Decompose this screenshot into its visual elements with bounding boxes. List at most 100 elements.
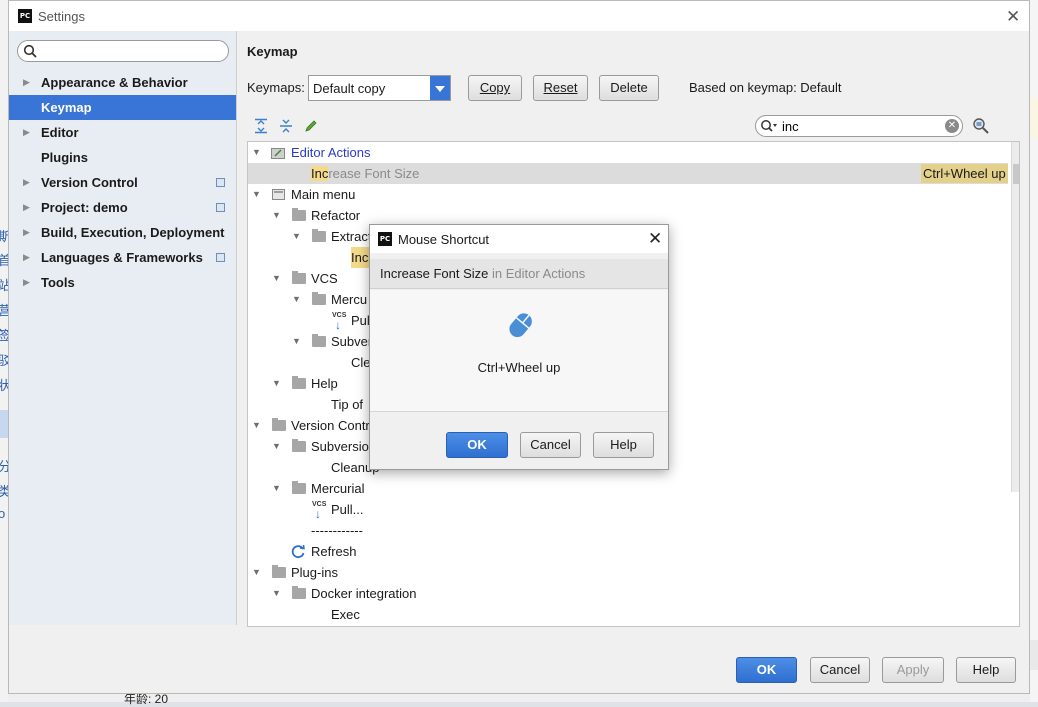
reset-keymap-button[interactable]: Reset <box>533 75 588 101</box>
pycharm-icon: PC <box>378 232 392 246</box>
settings-search-field[interactable] <box>17 40 229 62</box>
help-button[interactable]: Help <box>956 657 1016 683</box>
tree-row-label: Plug-ins <box>291 565 338 580</box>
tree-row-label: Editor Actions <box>291 145 371 160</box>
tree-row-separator: ------------ <box>311 523 363 538</box>
keymap-select-value: Default copy <box>313 81 386 96</box>
collapse-arrow-icon[interactable]: ▼ <box>292 226 301 247</box>
editor-actions-icon <box>271 148 285 159</box>
keymap-filter-input[interactable] <box>780 118 940 134</box>
search-options-icon[interactable] <box>760 119 778 133</box>
tree-row-label: Subver <box>331 334 373 349</box>
collapse-arrow-icon[interactable]: ▼ <box>252 184 261 205</box>
collapse-arrow-icon[interactable]: ▼ <box>272 268 281 289</box>
expand-arrow-icon: ▶ <box>23 227 30 237</box>
folder-icon <box>312 292 326 305</box>
collapse-arrow-icon[interactable]: ▼ <box>252 562 261 583</box>
delete-keymap-button[interactable]: Delete <box>599 75 659 101</box>
folder-icon <box>292 271 306 284</box>
sidebar-item-tools[interactable]: ▶ Tools <box>9 270 236 295</box>
tree-row-label: VCS <box>311 271 338 286</box>
keymap-select[interactable]: Default copy <box>308 75 451 101</box>
tree-row[interactable]: ▼ Docker integration <box>248 583 1008 604</box>
tree-row-label: Refactor <box>311 208 361 223</box>
sidebar-item-appearance-behavior[interactable]: ▶ Appearance & Behavior <box>9 70 236 95</box>
collapse-arrow-icon[interactable]: ▼ <box>252 142 261 163</box>
dialog-action-header: Increase Font Size in Editor Actions <box>370 259 668 289</box>
sidebar-item-project[interactable]: ▶ Project: demo <box>9 195 236 220</box>
dialog-cancel-button[interactable]: Cancel <box>520 432 581 458</box>
project-settings-icon <box>216 253 225 262</box>
collapse-arrow-icon[interactable]: ▼ <box>272 205 281 226</box>
tree-row[interactable]: ▼ Main menu <box>248 184 1008 205</box>
sidebar-item-label: Appearance & Behavior <box>41 75 188 90</box>
collapse-arrow-icon[interactable]: ▼ <box>272 436 281 457</box>
tree-row[interactable]: ▼ Editor Actions <box>248 142 1008 163</box>
expand-arrow-icon: ▶ <box>23 252 30 262</box>
background-selection <box>0 410 8 438</box>
match-highlight: Inc <box>311 166 329 181</box>
title-bar: PC Settings ✕ <box>9 1 1029 31</box>
tree-row[interactable]: ------------ <box>248 520 1008 541</box>
dialog-shortcut-area[interactable]: Ctrl+Wheel up <box>370 290 668 412</box>
tree-row-label: Cle <box>351 355 371 370</box>
collapse-arrow-icon[interactable]: ▼ <box>272 373 281 394</box>
tree-row-label: Main menu <box>291 187 356 202</box>
dialog-help-button[interactable]: Help <box>593 432 654 458</box>
close-icon[interactable]: ✕ <box>648 230 662 247</box>
tree-row-label: Refresh <box>311 544 357 559</box>
sidebar-item-label: Languages & Frameworks <box>41 250 203 265</box>
sidebar-item-languages-frameworks[interactable]: ▶ Languages & Frameworks <box>9 245 236 270</box>
tree-row[interactable]: Refresh <box>248 541 1008 562</box>
collapse-arrow-icon[interactable]: ▼ <box>252 415 261 436</box>
settings-search-input[interactable] <box>40 43 220 59</box>
dialog-action-name: Increase Font Size <box>380 266 489 281</box>
tree-scrollbar[interactable] <box>1011 142 1019 492</box>
sidebar-item-version-control[interactable]: ▶ Version Control <box>9 170 236 195</box>
tree-row[interactable]: ▼ Plug-ins <box>248 562 1008 583</box>
tree-row[interactable]: ▼ Refactor <box>248 205 1008 226</box>
folder-icon <box>292 208 306 221</box>
chevron-down-icon[interactable] <box>430 76 450 100</box>
cancel-button[interactable]: Cancel <box>810 657 870 683</box>
expand-all-icon[interactable] <box>253 118 269 134</box>
tree-row-label: Increase Font Size <box>311 163 419 184</box>
collapse-arrow-icon[interactable]: ▼ <box>292 289 301 310</box>
apply-button[interactable]: Apply <box>882 657 944 683</box>
sidebar-item-plugins[interactable]: Plugins <box>9 145 236 170</box>
project-settings-icon <box>216 203 225 212</box>
tree-row[interactable]: VCS ↓ Pull... <box>248 499 1008 520</box>
dialog-action-context: in Editor Actions <box>492 266 586 281</box>
tree-row-label: Pull... <box>331 502 364 517</box>
edit-icon[interactable] <box>303 118 319 134</box>
clear-filter-icon[interactable]: ✕ <box>945 119 959 133</box>
close-icon[interactable]: ✕ <box>1006 8 1020 25</box>
vcs-pull-icon: VCS ↓ <box>312 501 327 521</box>
tree-row-label: Tip of <box>331 397 364 412</box>
copy-keymap-button[interactable]: Copy <box>468 75 522 101</box>
sidebar-item-keymap[interactable]: Keymap <box>9 95 236 120</box>
scrollbar-thumb[interactable] <box>1013 164 1019 184</box>
ok-button[interactable]: OK <box>736 657 797 683</box>
tree-row[interactable]: Exec <box>248 604 1008 625</box>
sidebar-item-editor[interactable]: ▶ Editor <box>9 120 236 145</box>
search-icon <box>23 44 37 58</box>
dialog-ok-button[interactable]: OK <box>446 432 508 458</box>
tree-row-label: Help <box>311 376 338 391</box>
collapse-arrow-icon[interactable]: ▼ <box>292 331 301 352</box>
dialog-title: Mouse Shortcut <box>398 232 490 247</box>
collapse-all-icon[interactable] <box>278 118 294 134</box>
collapse-arrow-icon[interactable]: ▼ <box>272 583 281 604</box>
keymap-filter-field[interactable]: ✕ <box>755 115 963 137</box>
tree-row[interactable]: ▼ Mercurial <box>248 478 1008 499</box>
tree-row-selected[interactable]: Increase Font Size Ctrl+Wheel up <box>248 163 1008 184</box>
tree-row-label: Mercu <box>331 292 368 307</box>
expand-arrow-icon: ▶ <box>23 202 30 212</box>
find-by-shortcut-icon[interactable] <box>972 117 990 135</box>
collapse-arrow-icon[interactable]: ▼ <box>272 478 281 499</box>
tree-row-label: Docker integration <box>311 586 417 601</box>
shortcut-cell: Ctrl+Wheel up <box>921 164 1008 183</box>
tree-row-label-rest: rease Font Size <box>328 166 420 181</box>
sidebar-item-build-execution-deployment[interactable]: ▶ Build, Execution, Deployment <box>9 220 236 245</box>
tree-row-label: Exec <box>331 607 360 622</box>
